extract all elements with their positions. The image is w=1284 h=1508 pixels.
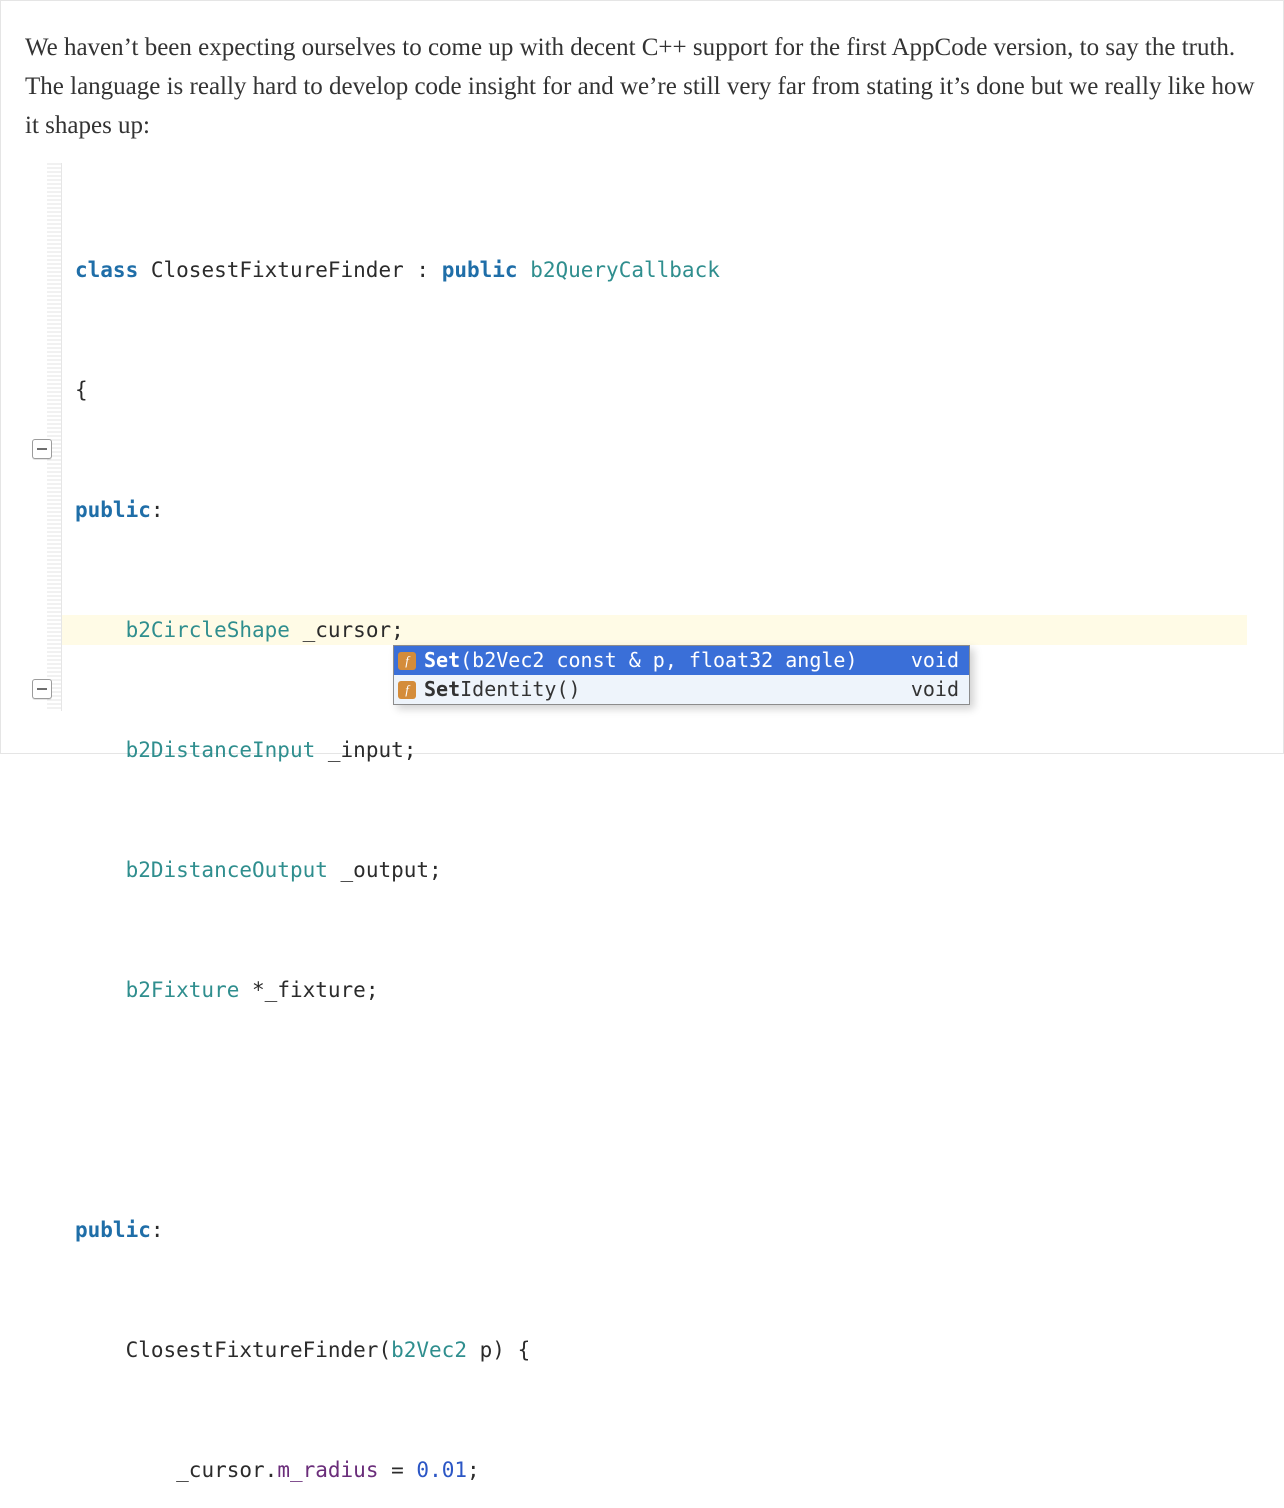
intro-paragraph: We haven’t been expecting ourselves to c… bbox=[25, 29, 1259, 145]
completion-label: Set(b2Vec2 const & p, float32 angle) bbox=[424, 646, 857, 675]
code-area[interactable]: class ClosestFixtureFinder : public b2Qu… bbox=[75, 165, 1247, 1508]
code-line bbox=[75, 1095, 1247, 1125]
code-line: public: bbox=[75, 1215, 1247, 1245]
code-line: b2Fixture *_fixture; bbox=[75, 975, 1247, 1005]
code-line: _cursor.m_radius = 0.01; bbox=[75, 1455, 1247, 1485]
completion-item[interactable]: f Set(b2Vec2 const & p, float32 angle) v… bbox=[394, 646, 969, 675]
code-line: b2CircleShape _cursor; bbox=[75, 615, 1247, 645]
fold-toggle-icon[interactable] bbox=[32, 679, 52, 699]
code-line: b2DistanceInput _input; bbox=[75, 735, 1247, 765]
code-line: b2DistanceOutput _output; bbox=[75, 855, 1247, 885]
code-line: { bbox=[75, 375, 1247, 405]
code-editor: class ClosestFixtureFinder : public b2Qu… bbox=[25, 163, 1247, 711]
function-icon: f bbox=[398, 681, 416, 699]
completion-return-type: void bbox=[911, 646, 959, 675]
function-icon: f bbox=[398, 652, 416, 670]
code-line: ClosestFixtureFinder(b2Vec2 p) { bbox=[75, 1335, 1247, 1365]
document-page: We haven’t been expecting ourselves to c… bbox=[0, 0, 1284, 754]
code-line: class ClosestFixtureFinder : public b2Qu… bbox=[75, 255, 1247, 285]
completion-return-type: void bbox=[911, 675, 959, 704]
editor-gutter bbox=[25, 163, 62, 711]
gutter-fold-strip bbox=[47, 163, 61, 711]
completion-label: SetIdentity() bbox=[424, 675, 581, 704]
completion-popup[interactable]: f Set(b2Vec2 const & p, float32 angle) v… bbox=[393, 645, 970, 705]
fold-toggle-icon[interactable] bbox=[32, 439, 52, 459]
code-line: public: bbox=[75, 495, 1247, 525]
completion-item[interactable]: f SetIdentity() void bbox=[394, 675, 969, 704]
